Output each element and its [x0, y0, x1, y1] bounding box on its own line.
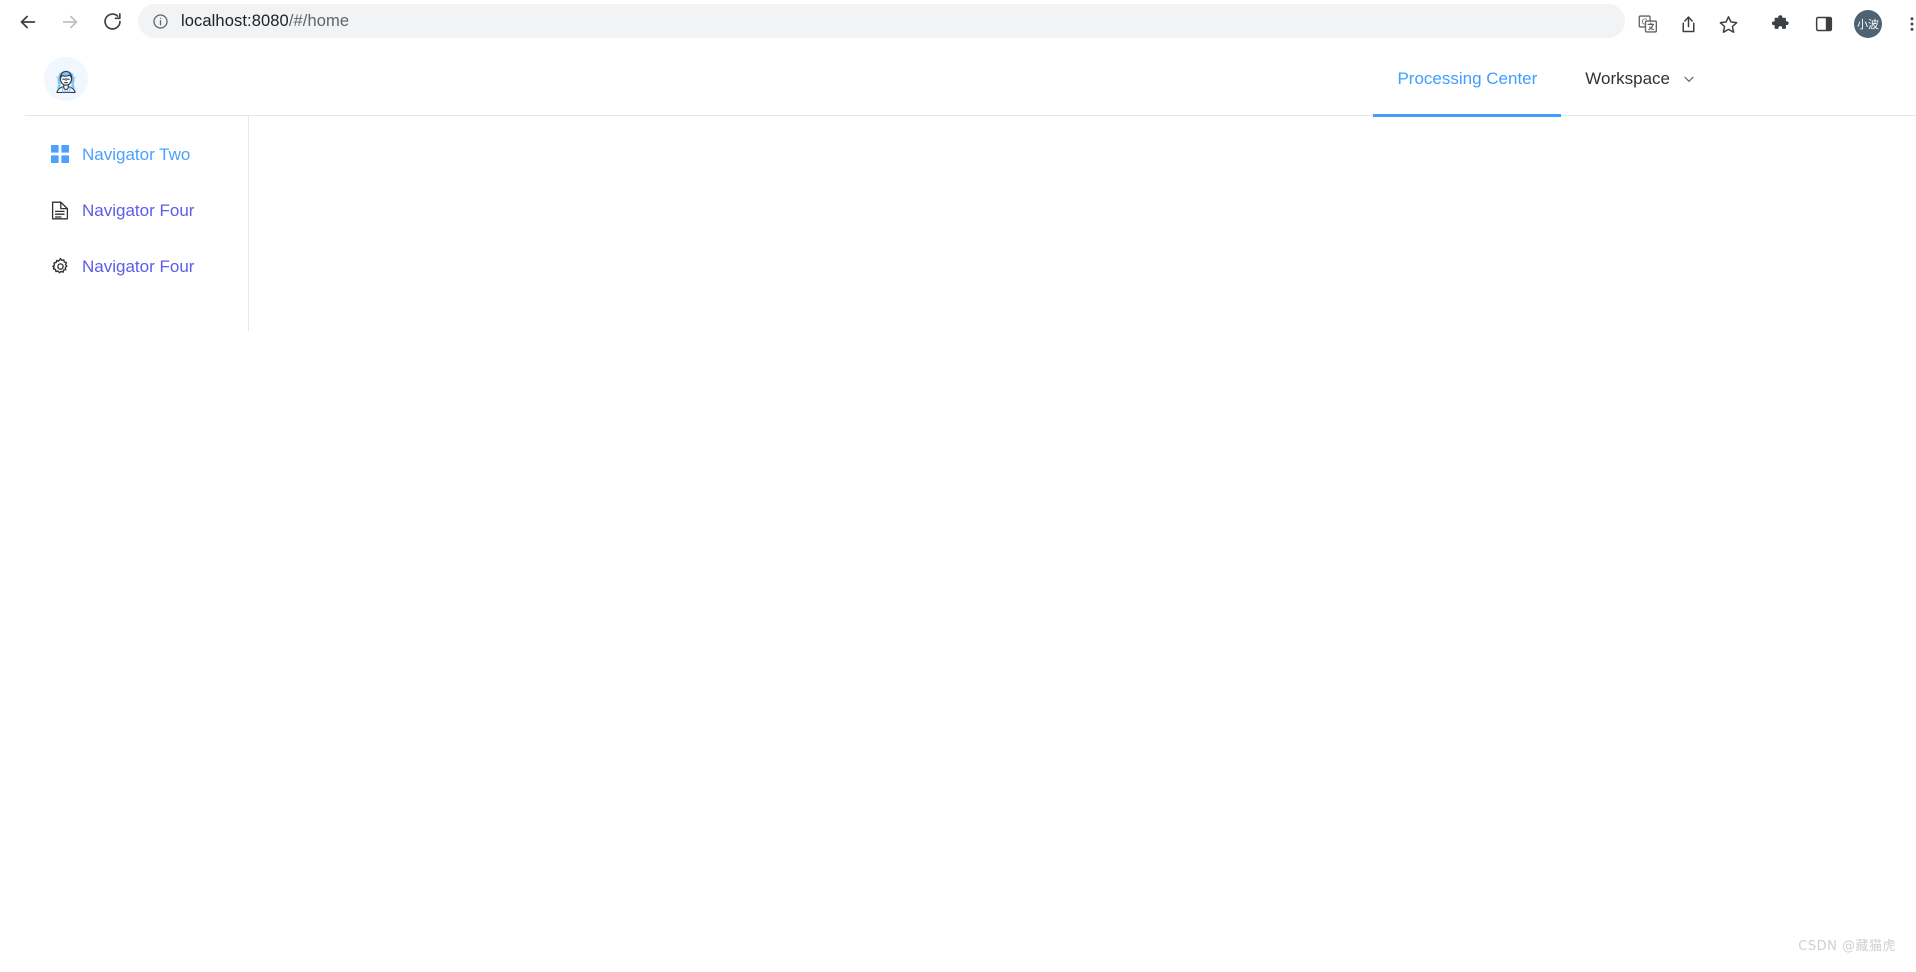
address-bar[interactable]: localhost:8080/#/home [138, 4, 1625, 38]
header-nav: Processing Center Workspace [1373, 43, 1720, 117]
google-translate-icon[interactable]: G [1628, 4, 1668, 44]
back-button[interactable] [8, 2, 48, 42]
profile-avatar[interactable]: 小波 [1854, 10, 1882, 38]
forward-button[interactable] [50, 2, 90, 42]
sidebar-item-navigator-four-document[interactable]: Navigator Four [25, 182, 248, 238]
omnibox-action-icons: G [1628, 4, 1748, 44]
site-info-icon[interactable] [152, 13, 169, 30]
browser-nav-buttons [0, 2, 132, 42]
share-icon[interactable] [1668, 4, 1708, 44]
url-text: localhost:8080/#/home [181, 12, 349, 31]
body-row: Navigator Two Navigator Four Navigator F… [0, 116, 1916, 616]
sidebar-item-navigator-four-document-label: Navigator Four [82, 200, 195, 220]
sidebar-item-navigator-two-label: Navigator Two [82, 144, 191, 164]
sidebar-item-navigator-four-settings-label: Navigator Four [82, 256, 195, 276]
sidebar-item-navigator-two[interactable]: Navigator Two [25, 126, 248, 182]
tab-processing-center[interactable]: Processing Center [1373, 43, 1562, 117]
grid-icon [50, 144, 70, 164]
browser-toolbar: localhost:8080/#/home G 小波 [0, 0, 1916, 43]
three-dot-menu-icon[interactable] [1892, 4, 1916, 44]
watermark: CSDN @藏猫虎 [1798, 939, 1896, 954]
avatar [44, 57, 88, 101]
url-host: localhost:8080 [181, 11, 289, 30]
bookmark-star-icon[interactable] [1708, 4, 1748, 44]
side-panel-icon[interactable] [1804, 4, 1844, 44]
sidebar: Navigator Two Navigator Four Navigator F… [25, 116, 249, 331]
browser-right-icons: 小波 [1760, 4, 1916, 44]
chevron-down-icon [1682, 72, 1696, 86]
gear-icon [50, 256, 70, 276]
puzzle-piece-icon[interactable] [1760, 4, 1800, 44]
reload-button[interactable] [92, 2, 132, 42]
main-content-area [249, 116, 1916, 616]
document-icon [50, 200, 70, 220]
tab-processing-center-label: Processing Center [1397, 68, 1538, 88]
url-path: /#/home [288, 11, 350, 30]
tab-workspace[interactable]: Workspace [1561, 43, 1720, 117]
page-content: Processing Center Workspace Navigator Tw… [0, 43, 1916, 972]
tab-workspace-label: Workspace [1585, 68, 1670, 88]
app-header: Processing Center Workspace [25, 43, 1916, 117]
sidebar-item-navigator-four-settings[interactable]: Navigator Four [25, 238, 248, 294]
